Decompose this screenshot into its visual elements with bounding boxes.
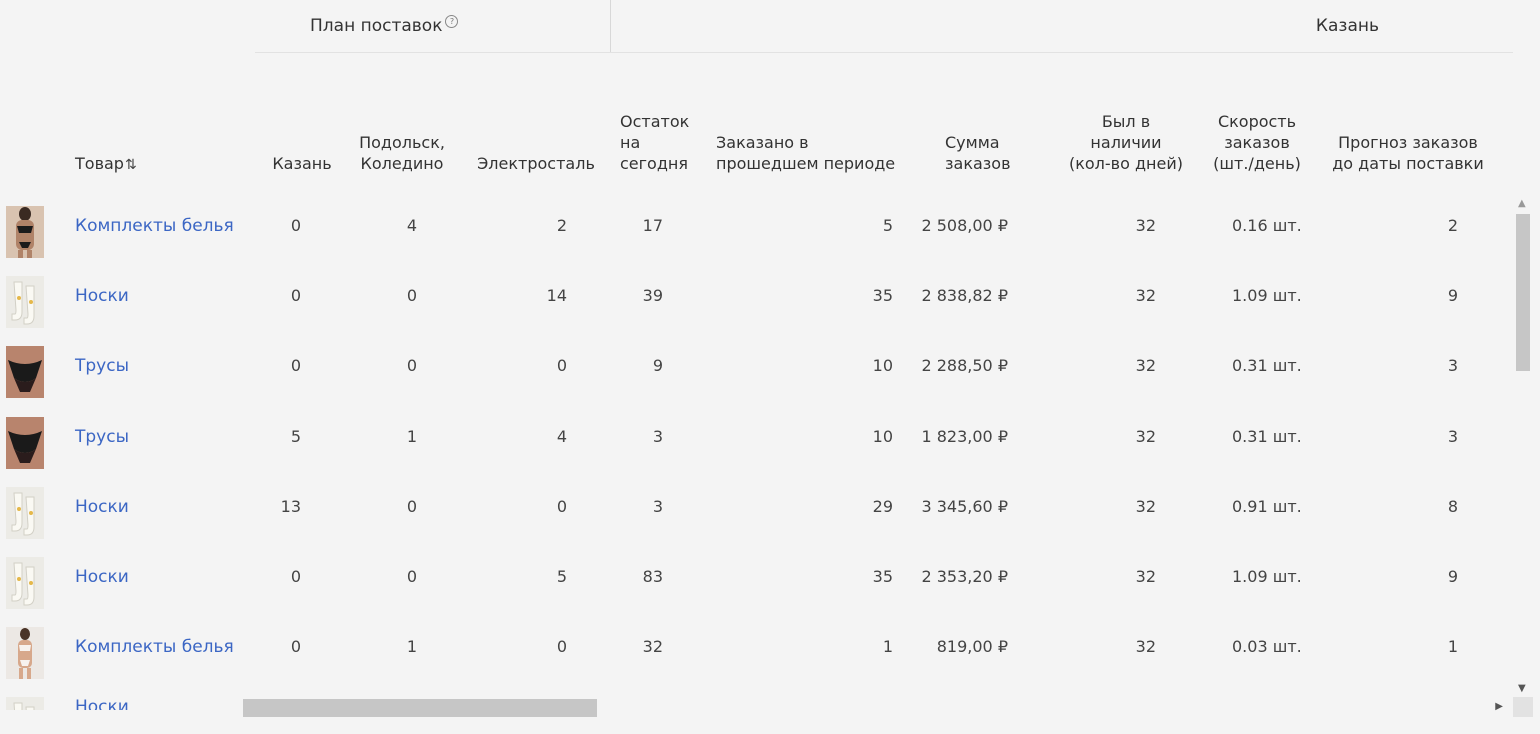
kazan-cell: 0: [290, 567, 301, 586]
table-row: Трусы 5 1 4 3 10 1 823,00 ₽ 32 0.31 шт. 3: [0, 416, 1505, 487]
ordered-cell: 35: [872, 567, 893, 586]
ordered-cell: 5: [882, 216, 893, 235]
elektrostal-cell: 5: [556, 567, 567, 586]
product-link[interactable]: Трусы: [75, 427, 129, 447]
table-row: Носки 13 0 0 3 29 3 345,60 ₽ 32 0.91 шт. 8: [0, 486, 1505, 557]
elektrostal-cell: 2: [556, 216, 567, 235]
kazan-cell: 0: [290, 216, 301, 235]
forecast-cell: 8: [1447, 496, 1458, 516]
availability-days-cell: 32: [1135, 286, 1156, 306]
order-sum-cell: 2 838,82 ₽: [921, 286, 1008, 306]
product-link[interactable]: Трусы: [75, 356, 129, 376]
elektrostal-cell: 0: [556, 637, 567, 657]
table-row: Трусы 0 0 0 9 10 2 288,50 ₽ 32 0.31 шт. 3: [0, 346, 1505, 416]
table-row: Носки 0 0 5 83 35 2 353,20 ₽ 32 1.09 шт. 9: [0, 557, 1505, 627]
stock-cell: 83: [642, 567, 663, 586]
forecast-cell: 9: [1447, 286, 1458, 306]
order-speed-cell: 0.16 шт.: [1232, 216, 1302, 235]
vertical-scroll-thumb[interactable]: [1516, 214, 1530, 371]
product-thumbnail[interactable]: [6, 206, 44, 258]
ordered-cell: 10: [872, 426, 893, 446]
product-link[interactable]: Комплекты белья: [75, 216, 234, 236]
order-sum-cell: 2 288,50 ₽: [921, 356, 1008, 376]
forecast-cell: 3: [1447, 426, 1458, 446]
scroll-down-icon[interactable]: ▼: [1518, 683, 1526, 694]
forecast-cell: 3: [1447, 356, 1458, 376]
podolsk-cell: 0: [406, 286, 417, 306]
elektrostal-cell: 0: [556, 356, 567, 376]
scrollbar-corner: [1513, 697, 1533, 717]
kazan-cell: 0: [290, 286, 301, 306]
table-row: Носки 0 0 14 39 35 2 838,82 ₽ 32 1.09 шт. 9: [0, 276, 1505, 346]
order-speed-cell: 0.31 шт.: [1232, 356, 1302, 376]
product-thumbnail[interactable]: [6, 697, 44, 710]
podolsk-cell: 0: [406, 356, 417, 376]
table-row: Комплекты белья 0 1 0 32 1 819,00 ₽ 32 0.03 шт. 1: [0, 627, 1505, 697]
order-sum-cell: 2 508,00 ₽: [921, 216, 1008, 235]
kazan-cell: 0: [290, 356, 301, 376]
stock-cell: 17: [642, 216, 663, 235]
table-row: Комплекты белья 0 4 2 17 5 2 508,00 ₽ 32 0.16 шт…: [0, 206, 1505, 276]
stock-cell: 9: [652, 356, 663, 376]
elektrostal-cell: 14: [546, 286, 567, 306]
availability-days-cell: 32: [1135, 567, 1156, 586]
product-thumbnail[interactable]: [6, 557, 44, 609]
order-speed-cell: 1.09 шт.: [1232, 286, 1302, 306]
order-sum-cell: 1 823,00 ₽: [921, 426, 1008, 446]
forecast-cell: 2: [1447, 216, 1458, 235]
podolsk-cell: 4: [406, 216, 417, 235]
order-speed-cell: 1.09 шт.: [1232, 567, 1302, 586]
product-thumbnail[interactable]: [6, 627, 44, 680]
scroll-up-icon[interactable]: ▲: [1518, 198, 1526, 209]
kazan-cell: 13: [280, 496, 301, 516]
podolsk-cell: 0: [406, 567, 417, 586]
stock-cell: 32: [642, 637, 663, 657]
forecast-cell: 9: [1447, 567, 1458, 586]
stock-cell: 3: [652, 426, 663, 446]
horizontal-scroll-thumb[interactable]: [243, 699, 597, 717]
availability-days-cell: 32: [1135, 496, 1156, 516]
availability-days-cell: 32: [1135, 637, 1156, 657]
ordered-cell: 1: [882, 637, 893, 657]
vertical-scrollbar[interactable]: ▲ ▼: [1513, 196, 1533, 694]
stock-cell: 3: [652, 496, 663, 516]
product-thumbnail[interactable]: [6, 276, 44, 329]
ordered-cell: 29: [872, 496, 893, 516]
podolsk-cell: 0: [406, 496, 417, 516]
kazan-cell: 0: [290, 637, 301, 657]
availability-days-cell: 32: [1135, 426, 1156, 446]
product-thumbnail[interactable]: [6, 486, 44, 539]
product-link[interactable]: Комплекты белья: [75, 637, 234, 657]
elektrostal-cell: 0: [556, 496, 567, 516]
availability-days-cell: 32: [1135, 216, 1156, 235]
product-thumbnail[interactable]: [6, 416, 44, 469]
order-sum-cell: 2 353,20 ₽: [921, 567, 1008, 586]
product-link[interactable]: Носки: [75, 497, 129, 517]
kazan-cell: 5: [290, 426, 301, 446]
availability-days-cell: 32: [1135, 356, 1156, 376]
product-thumbnail[interactable]: [6, 346, 44, 399]
order-speed-cell: 0.31 шт.: [1232, 426, 1302, 446]
forecast-cell: 1: [1447, 637, 1458, 657]
stock-cell: 39: [642, 286, 663, 306]
order-sum-cell: 819,00 ₽: [936, 637, 1008, 657]
horizontal-scrollbar[interactable]: ▶: [243, 698, 1513, 718]
podolsk-cell: 1: [406, 637, 417, 657]
scroll-right-icon[interactable]: ▶: [1495, 701, 1503, 712]
order-speed-cell: 0.03 шт.: [1232, 637, 1302, 657]
product-link[interactable]: Носки: [75, 286, 129, 306]
podolsk-cell: 1: [406, 426, 417, 446]
order-sum-cell: 3 345,60 ₽: [921, 496, 1008, 516]
elektrostal-cell: 4: [556, 426, 567, 446]
product-link[interactable]: Носки: [75, 567, 129, 587]
ordered-cell: 10: [872, 356, 893, 376]
ordered-cell: 35: [872, 286, 893, 306]
product-link[interactable]: Носки: [75, 697, 129, 710]
order-speed-cell: 0.91 шт.: [1232, 496, 1302, 516]
